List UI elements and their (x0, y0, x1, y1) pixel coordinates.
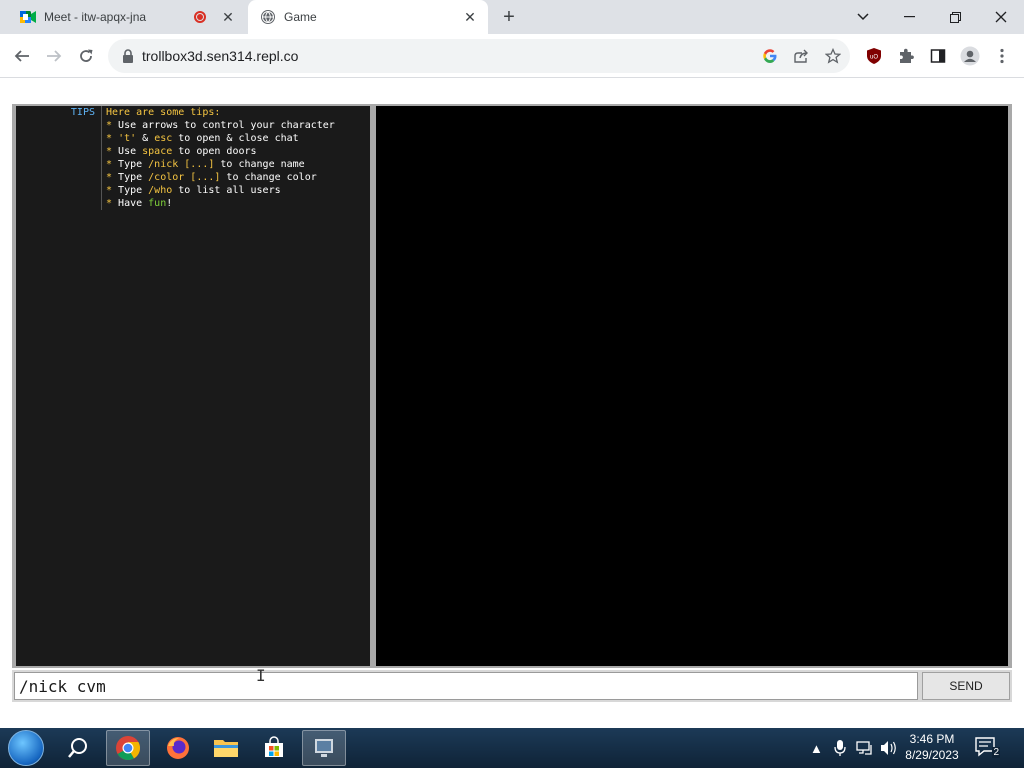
chat-message: * Type /nick [...] to change name (101, 158, 305, 171)
chat-line: * Type /color [...] to change color (16, 171, 370, 184)
chat-line: * Have fun! (16, 197, 370, 210)
tab-game[interactable]: Game ✕ (248, 0, 488, 34)
close-tab-icon[interactable]: ✕ (462, 9, 478, 25)
chat-nick: TIPS (70, 107, 95, 118)
chat-message: * Have fun! (101, 197, 172, 210)
browser-toolbar: trollbox3d.sen314.repl.co uO (0, 34, 1024, 78)
share-icon[interactable] (792, 47, 810, 65)
google-meet-icon (20, 9, 36, 25)
chat-message: * Type /who to list all users (101, 184, 281, 197)
store-icon[interactable] (252, 730, 296, 766)
address-bar[interactable]: trollbox3d.sen314.repl.co (108, 39, 850, 73)
menu-kebab-icon[interactable] (992, 46, 1012, 66)
chat-line: * Type /nick [...] to change name (16, 158, 370, 171)
chat-nick (16, 158, 101, 171)
chat-line: TIPS Here are some tips: (16, 106, 370, 119)
chat-message: * Type /color [...] to change color (101, 171, 317, 184)
chat-nick (16, 132, 101, 145)
chat-log: TIPS Here are some tips: * Use arrows to… (16, 106, 370, 666)
start-button-icon[interactable] (8, 730, 44, 766)
show-hidden-icons-icon[interactable]: ▲ (810, 728, 823, 768)
chat-input[interactable] (14, 672, 918, 700)
close-tab-icon[interactable]: ✕ (220, 9, 236, 25)
taskbar-clock[interactable]: 3:46 PM 8/29/2023 (900, 731, 964, 763)
remote-app-icon[interactable] (302, 730, 346, 766)
url-text: trollbox3d.sen314.repl.co (142, 48, 299, 64)
chat-message: Here are some tips: (101, 106, 220, 119)
minimize-icon[interactable] (886, 0, 932, 34)
close-window-icon[interactable] (978, 0, 1024, 34)
microphone-icon[interactable] (834, 728, 846, 768)
chat-nick (16, 171, 101, 184)
tab-title: Game (284, 10, 317, 24)
extensions-puzzle-icon[interactable] (896, 46, 916, 66)
page-content: TIPS Here are some tips: * Use arrows to… (0, 78, 1024, 728)
chat-input-row: SEND (12, 670, 1012, 702)
chat-line: * Type /who to list all users (16, 184, 370, 197)
file-explorer-icon[interactable] (204, 730, 248, 766)
plus-icon[interactable]: + (498, 6, 520, 28)
firefox-taskbar-icon[interactable] (156, 730, 200, 766)
chat-message: * Use space to open doors (101, 145, 257, 158)
ublock-origin-icon[interactable]: uO (864, 46, 884, 66)
chat-nick (16, 184, 101, 197)
action-center-icon[interactable]: 2 (974, 736, 1000, 758)
chat-message: * Use arrows to control your character (101, 119, 335, 132)
chat-nick (16, 197, 101, 210)
clock-time: 3:46 PM (909, 732, 955, 746)
recording-indicator-icon (194, 11, 206, 23)
chat-message: * 't' & esc to open & close chat (101, 132, 299, 145)
tab-search-chevron-icon[interactable] (840, 0, 886, 34)
back-arrow-icon[interactable] (10, 44, 34, 68)
clock-date: 8/29/2023 (905, 748, 959, 762)
chat-line: * Use arrows to control your character (16, 119, 370, 132)
side-panel-icon[interactable] (928, 46, 948, 66)
tab-strip: Meet - itw-apqx-jna ✕ Game ✕ + (0, 0, 1024, 34)
chrome-taskbar-icon[interactable] (106, 730, 150, 766)
tab-meet[interactable]: Meet - itw-apqx-jna ✕ (8, 0, 246, 34)
google-icon[interactable] (761, 47, 779, 65)
globe-icon (260, 9, 276, 25)
restore-icon[interactable] (932, 0, 978, 34)
tab-title: Meet - itw-apqx-jna (44, 10, 147, 24)
chat-line: * Use space to open doors (16, 145, 370, 158)
send-button[interactable]: SEND (922, 672, 1010, 700)
lock-icon[interactable] (120, 48, 136, 64)
chat-nick (16, 119, 101, 132)
search-icon[interactable] (56, 730, 100, 766)
text-cursor-icon: I (256, 666, 266, 685)
chat-nick (16, 145, 101, 158)
reload-icon[interactable] (74, 44, 98, 68)
bookmark-star-icon[interactable] (824, 47, 842, 65)
game-canvas[interactable] (376, 106, 1008, 666)
profile-avatar-icon[interactable] (960, 46, 980, 66)
network-icon[interactable] (856, 728, 874, 768)
forward-arrow-icon[interactable] (42, 44, 66, 68)
windows-taskbar: ▲ 3:46 PM 8/29/2023 2 (0, 728, 1024, 768)
chat-line: * 't' & esc to open & close chat (16, 132, 370, 145)
svg-text:uO: uO (870, 55, 878, 61)
notification-count-badge: 2 (992, 747, 1000, 758)
volume-icon[interactable] (880, 728, 898, 768)
